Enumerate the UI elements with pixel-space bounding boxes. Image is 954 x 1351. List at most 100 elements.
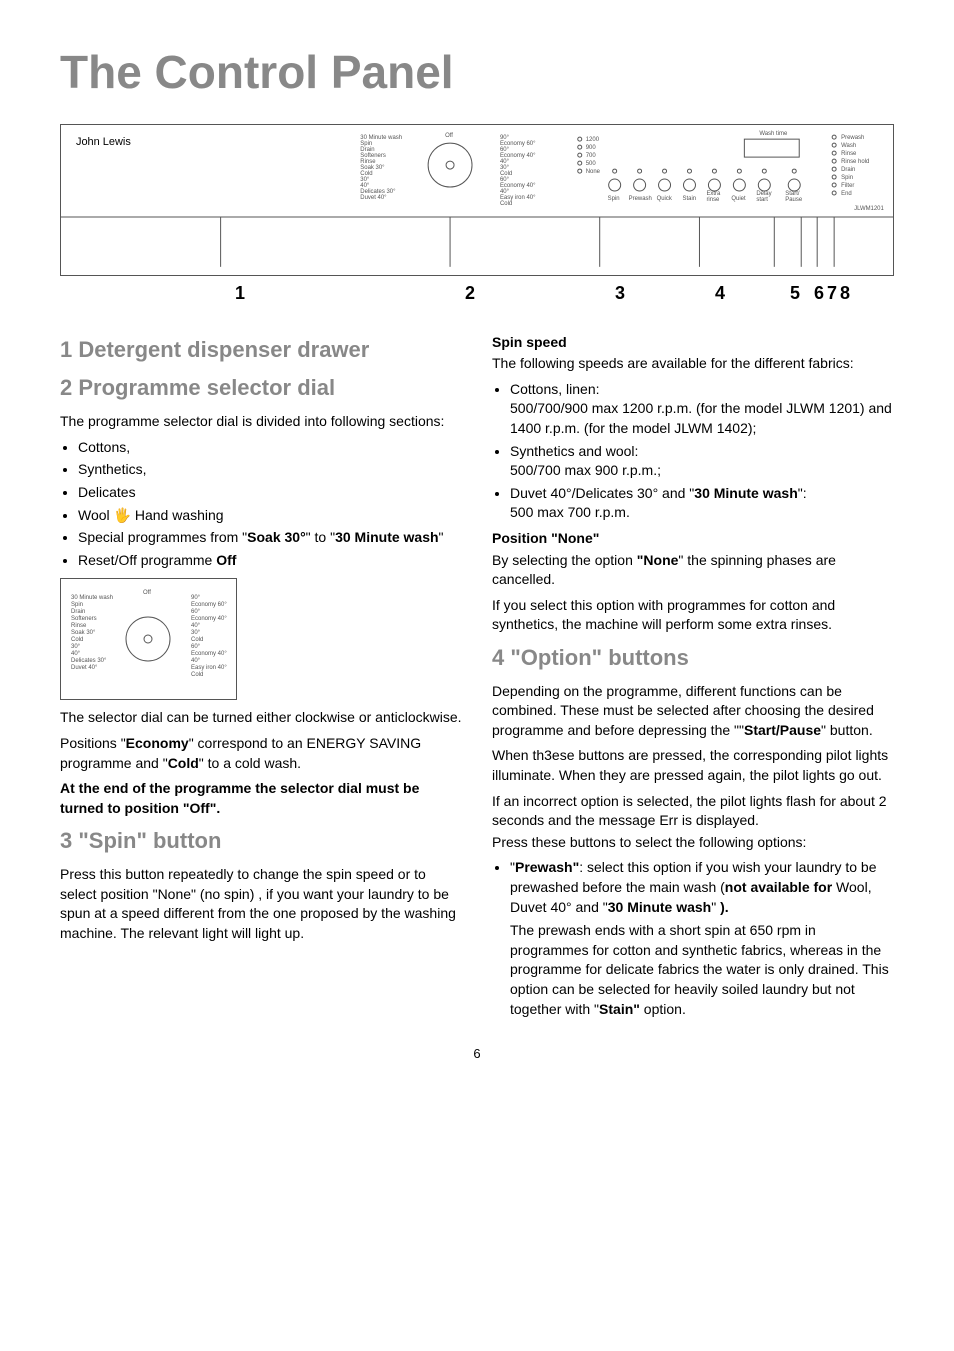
list-item-prewash: "Prewash": select this option if you wis…	[510, 858, 894, 1019]
svg-text:40°: 40°	[191, 658, 201, 664]
text: 500/700/900 max 1200 r.p.m. (for the mod…	[510, 400, 892, 436]
bold-text: Start/Pause	[744, 722, 821, 738]
bold-text: ).	[720, 899, 729, 915]
text: " to a cold wash.	[199, 755, 301, 771]
list-item: Cottons, linen: 500/700/900 max 1200 r.p.…	[510, 380, 894, 439]
text: 500 max 700 r.p.m.	[510, 504, 630, 520]
diagram-num-2: 2	[245, 281, 475, 306]
svg-text:1200: 1200	[586, 138, 600, 144]
svg-text:Rinse hold: Rinse hold	[841, 159, 869, 165]
text: The prewash ends with a short spin at 65…	[510, 922, 889, 1016]
svg-text:500: 500	[586, 161, 597, 167]
section-2-below1: The selector dial can be turned either c…	[60, 708, 462, 728]
text: option.	[640, 1001, 686, 1017]
svg-text:End: End	[841, 191, 852, 197]
svg-text:30 Minute wash: 30 Minute wash	[71, 595, 113, 601]
prewash-p2: The prewash ends with a short spin at 65…	[510, 921, 894, 1019]
svg-text:Prewash: Prewash	[629, 196, 652, 202]
svg-text:Stain: Stain	[683, 196, 697, 202]
diagram-num-1: 1	[60, 281, 245, 306]
spin-speed-list: Cottons, linen: 500/700/900 max 1200 r.p.…	[492, 380, 894, 523]
diagram-number-row: 1 2 3 4 5 678	[60, 281, 894, 306]
position-none-l2: If you select this option with programme…	[492, 596, 894, 635]
text: Cottons, linen:	[510, 381, 600, 397]
svg-text:Rinse: Rinse	[71, 623, 87, 629]
control-panel-diagram: John Lewis 30 Minute wash Spin Drain Sof…	[60, 124, 894, 276]
section-4-p4: Press these buttons to select the follow…	[492, 833, 894, 853]
text: "	[711, 899, 720, 915]
bold-text: Prewash"	[515, 859, 579, 875]
section-2-list: Cottons, Synthetics, Delicates Wool 🖐 Ha…	[60, 438, 462, 571]
hand-wash-icon: 🖐	[114, 507, 131, 523]
svg-text:Off: Off	[143, 590, 151, 596]
svg-text:Duvet 40°: Duvet 40°	[71, 665, 98, 671]
section-2-heading: 2 Programme selector dial	[60, 373, 462, 404]
svg-text:start: start	[756, 197, 768, 203]
brand-label: John Lewis	[76, 137, 131, 149]
position-none-l1: By selecting the option "None" the spinn…	[492, 551, 894, 590]
svg-text:Spin: Spin	[71, 602, 83, 608]
section-1-heading: 1 Detergent dispenser drawer	[60, 335, 462, 366]
svg-text:Wash: Wash	[841, 144, 856, 150]
text: Wool	[78, 507, 114, 523]
svg-text:None: None	[586, 169, 601, 175]
list-item: Cottons,	[78, 438, 462, 458]
text: Reset/Off programme	[78, 552, 216, 568]
svg-text:rinse: rinse	[706, 197, 720, 203]
diagram-num-3: 3	[475, 281, 625, 306]
text: 500/700 max 900 r.p.m.;	[510, 462, 661, 478]
bold-text: Soak 30°	[247, 529, 306, 545]
svg-text:Rinse: Rinse	[841, 151, 857, 157]
section-4-heading: 4 "Option" buttons	[492, 643, 894, 674]
text: "	[439, 529, 444, 545]
section-2-positions: Positions "Economy" correspond to an ENE…	[60, 734, 462, 773]
text: Duvet 40°/Delicates 30° and "	[510, 485, 694, 501]
svg-text:Wash time: Wash time	[759, 132, 788, 138]
text: " to "	[306, 529, 335, 545]
svg-text:700: 700	[586, 153, 597, 159]
svg-text:Off: Off	[445, 134, 453, 140]
bold-text: 30 Minute wash	[608, 899, 711, 915]
list-item: Synthetics and wool:500/700 max 900 r.p.…	[510, 442, 894, 481]
svg-text:Spin: Spin	[841, 175, 853, 181]
bold-text: Economy	[126, 735, 189, 751]
spin-speed-heading: Spin speed	[492, 333, 894, 353]
svg-text:Cold: Cold	[500, 201, 512, 207]
selector-dial-illustration: 30 Minute wash Spin Drain Softeners Rins…	[60, 578, 237, 700]
section-2-bold-note: At the end of the programme the selector…	[60, 779, 462, 818]
bold-text: Off	[216, 552, 236, 568]
page-number: 6	[60, 1045, 894, 1063]
text: " button.	[821, 722, 873, 738]
svg-text:60°: 60°	[191, 644, 201, 650]
list-item: Duvet 40°/Delicates 30° and "30 Minute w…	[510, 484, 894, 523]
diagram-num-5: 5	[725, 281, 800, 306]
svg-text:Quick: Quick	[657, 196, 672, 202]
section-4-p1: Depending on the programme, different fu…	[492, 682, 894, 741]
svg-text:Softeners: Softeners	[71, 616, 97, 622]
svg-text:Drain: Drain	[71, 609, 85, 615]
text: Special programmes from "	[78, 529, 247, 545]
page-title: The Control Panel	[60, 40, 894, 104]
text: ":	[798, 485, 807, 501]
svg-text:Filter: Filter	[841, 183, 854, 189]
svg-text:Drain: Drain	[841, 167, 855, 173]
svg-text:Quiet: Quiet	[731, 196, 746, 202]
svg-text:Prewash: Prewash	[841, 136, 864, 142]
svg-text:60°: 60°	[191, 609, 201, 615]
text: Hand washing	[131, 507, 224, 523]
svg-text:900: 900	[586, 146, 597, 152]
bold-text: Stain"	[599, 1001, 640, 1017]
svg-text:Duvet 40°: Duvet 40°	[360, 195, 387, 201]
svg-text:40°: 40°	[191, 623, 201, 629]
svg-text:Cold: Cold	[191, 672, 203, 678]
svg-text:Easy iron 40°: Easy iron 40°	[191, 665, 227, 671]
position-none-heading: Position "None"	[492, 529, 894, 549]
svg-text:Soak 30°: Soak 30°	[71, 630, 96, 636]
section-3-body: Press this button repeatedly to change t…	[60, 865, 462, 943]
section-4-p3: If an incorrect option is selected, the …	[492, 792, 894, 831]
svg-text:90°: 90°	[191, 595, 201, 601]
bold-text: Cold	[168, 755, 199, 771]
text: By selecting the option	[492, 552, 637, 568]
diagram-num-4: 4	[625, 281, 725, 306]
svg-text:Economy 40°: Economy 40°	[191, 651, 227, 657]
